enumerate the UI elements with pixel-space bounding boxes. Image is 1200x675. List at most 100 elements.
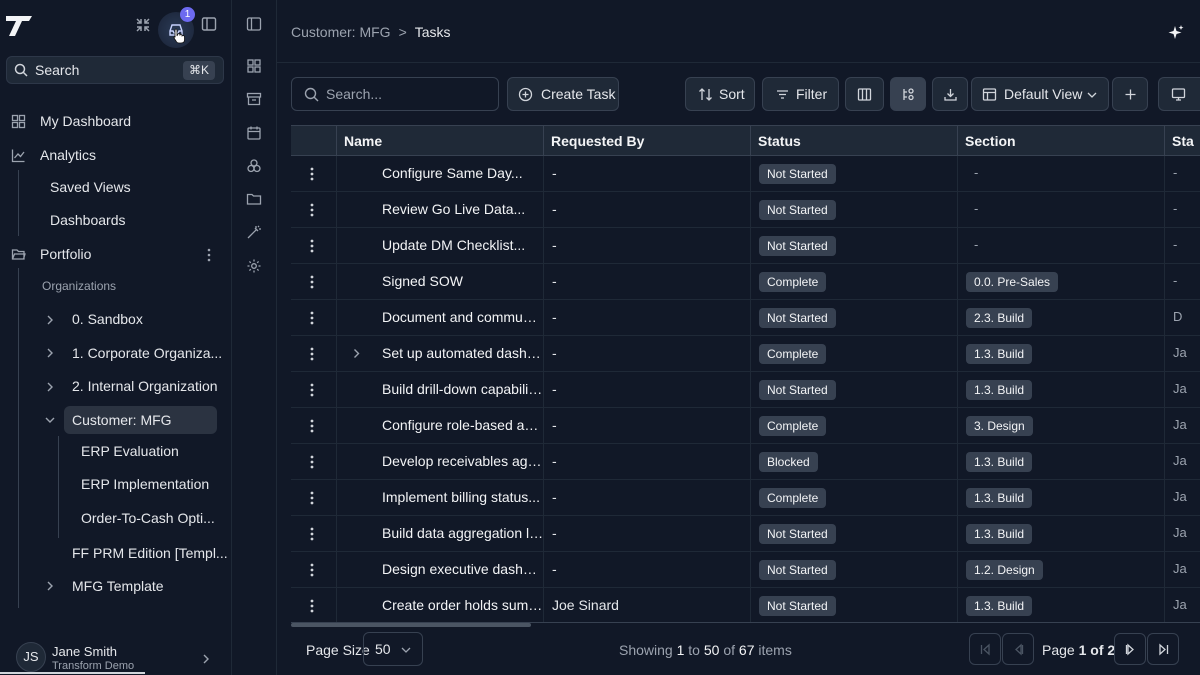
task-name-link[interactable]: Design executive dashboar... xyxy=(382,561,543,577)
status-badge[interactable]: Not Started xyxy=(759,200,836,220)
sort-button[interactable]: Sort xyxy=(685,77,755,111)
chevron-right-icon[interactable] xyxy=(351,348,362,359)
status-badge[interactable]: Complete xyxy=(759,344,827,364)
panel-icon[interactable] xyxy=(246,16,262,32)
chevron-right-icon[interactable] xyxy=(44,580,56,592)
section-badge[interactable]: 1.3. Build xyxy=(966,488,1033,508)
collapse-icon[interactable] xyxy=(134,16,152,34)
columns-button[interactable] xyxy=(845,77,884,111)
table-row[interactable]: Set up automated dashboa...- Complete 1.3.… xyxy=(291,336,1200,372)
breadcrumb-parent[interactable]: Customer: MFG xyxy=(291,24,391,40)
section-badge[interactable]: 3. Design xyxy=(966,416,1033,436)
table-row[interactable]: Build data aggregation laye...- Not Start… xyxy=(291,516,1200,552)
table-row[interactable]: Create order holds summa... Joe Sinard Not… xyxy=(291,588,1200,622)
org-customer-mfg[interactable]: Customer: MFG xyxy=(72,412,172,428)
status-badge[interactable]: Not Started xyxy=(759,380,836,400)
project-erp-evaluation[interactable]: ERP Evaluation xyxy=(81,443,179,459)
org-ff-prm[interactable]: FF PRM Edition [Templ... xyxy=(72,545,228,561)
nav-dashboards[interactable]: Dashboards xyxy=(50,212,126,228)
row-menu-icon[interactable] xyxy=(310,274,314,290)
task-name-link[interactable]: Develop receivables aging... xyxy=(382,453,543,469)
row-menu-icon[interactable] xyxy=(310,598,314,614)
row-menu-icon[interactable] xyxy=(310,418,314,434)
chevron-right-icon[interactable] xyxy=(44,347,56,359)
column-header-section[interactable]: Section xyxy=(957,126,1164,156)
section-badge[interactable]: 1.3. Build xyxy=(966,596,1033,616)
gear-icon[interactable] xyxy=(246,258,262,274)
table-row[interactable]: Build drill-down capability... - Not Start… xyxy=(291,372,1200,408)
project-order-to-cash[interactable]: Order-To-Cash Opti... xyxy=(81,510,215,526)
column-header-start[interactable]: Sta xyxy=(1164,126,1200,156)
task-search-input[interactable]: Search... xyxy=(291,77,499,111)
task-name-link[interactable]: Document and communica... xyxy=(382,309,543,325)
magic-wand-icon[interactable] xyxy=(246,224,262,240)
chevron-down-icon[interactable] xyxy=(44,414,56,426)
status-badge[interactable]: Not Started xyxy=(759,560,836,580)
row-menu-icon[interactable] xyxy=(310,202,314,218)
chevron-right-icon[interactable] xyxy=(44,314,56,326)
nav-portfolio[interactable]: Portfolio xyxy=(0,240,228,268)
row-menu-icon[interactable] xyxy=(310,454,314,470)
chevron-right-icon[interactable] xyxy=(44,381,56,393)
column-header-status[interactable]: Status xyxy=(750,126,957,156)
status-badge[interactable]: Not Started xyxy=(759,164,836,184)
nav-saved-views[interactable]: Saved Views xyxy=(50,179,131,195)
folder-icon[interactable] xyxy=(246,191,262,207)
create-task-button[interactable]: Create Task xyxy=(507,77,619,111)
avatar[interactable]: JS xyxy=(16,642,46,672)
task-name-link[interactable]: Set up automated dashboa... xyxy=(382,345,543,361)
org-sandbox[interactable]: 0. Sandbox xyxy=(72,311,143,327)
task-name-link[interactable]: Implement billing status... xyxy=(382,489,543,505)
task-name-link[interactable]: Configure role-based acces... xyxy=(382,417,543,433)
sidebar-toggle-icon[interactable] xyxy=(201,16,219,34)
section-badge[interactable]: 1.3. Build xyxy=(966,524,1033,544)
chevron-right-icon[interactable] xyxy=(200,653,212,665)
section-badge[interactable]: 2.3. Build xyxy=(966,308,1033,328)
section-badge[interactable]: 1.3. Build xyxy=(966,380,1033,400)
table-row[interactable]: Develop receivables aging... - Blocked 1.3.… xyxy=(291,444,1200,480)
row-menu-icon[interactable] xyxy=(310,562,314,578)
section-badge[interactable]: 1.2. Design xyxy=(966,560,1043,580)
org-corporate[interactable]: 1. Corporate Organiza... xyxy=(72,345,222,361)
portfolio-more-icon[interactable] xyxy=(207,248,211,262)
project-erp-implementation[interactable]: ERP Implementation xyxy=(81,476,209,492)
status-badge[interactable]: Not Started xyxy=(759,236,836,256)
column-header-name[interactable]: Name xyxy=(336,126,543,156)
table-row[interactable]: Design executive dashboar...- Not Started… xyxy=(291,552,1200,588)
last-page-button[interactable] xyxy=(1147,633,1179,665)
row-menu-icon[interactable] xyxy=(310,166,314,182)
display-settings-button[interactable] xyxy=(1158,77,1200,111)
row-menu-icon[interactable] xyxy=(310,238,314,254)
horizontal-scrollbar[interactable] xyxy=(291,623,531,627)
task-name-link[interactable]: Create order holds summa... xyxy=(382,597,543,613)
status-badge[interactable]: Not Started xyxy=(759,596,836,616)
status-badge[interactable]: Complete xyxy=(759,416,827,436)
table-row[interactable]: Configure role-based acces...- Complete 3.… xyxy=(291,408,1200,444)
status-badge[interactable]: Not Started xyxy=(759,308,836,328)
task-name-link[interactable]: Build drill-down capability... xyxy=(382,381,543,397)
org-internal[interactable]: 2. Internal Organization xyxy=(72,378,218,394)
first-page-button[interactable] xyxy=(969,633,1001,665)
sparkle-icon[interactable] xyxy=(1167,24,1185,42)
app-logo[interactable] xyxy=(4,12,34,38)
task-name-link[interactable]: Signed SOW xyxy=(382,273,543,289)
view-selector[interactable]: Default View xyxy=(971,77,1109,111)
table-row[interactable]: Document and communica... - Not Started 2.3… xyxy=(291,300,1200,336)
nav-analytics[interactable]: Analytics xyxy=(0,141,228,169)
row-menu-icon[interactable] xyxy=(310,346,314,362)
org-mfg-template[interactable]: MFG Template xyxy=(72,578,164,594)
sidebar-search[interactable]: Search ⌘K xyxy=(6,56,224,84)
page-size-select[interactable]: 50 xyxy=(363,632,423,666)
group-button[interactable] xyxy=(890,77,926,111)
table-row[interactable]: Configure Same Day... - Not Started - - xyxy=(291,156,1200,192)
table-row[interactable]: Update DM Checklist... - Not Started - - xyxy=(291,228,1200,264)
export-button[interactable] xyxy=(932,77,968,111)
status-badge[interactable]: Blocked xyxy=(759,452,818,472)
task-name-link[interactable]: Configure Same Day... xyxy=(382,165,543,181)
calendar-icon[interactable] xyxy=(246,125,262,141)
status-badge[interactable]: Complete xyxy=(759,488,827,508)
status-badge[interactable]: Complete xyxy=(759,272,827,292)
archive-icon[interactable] xyxy=(246,91,262,107)
row-menu-icon[interactable] xyxy=(310,382,314,398)
section-badge[interactable]: 0.0. Pre-Sales xyxy=(966,272,1059,292)
